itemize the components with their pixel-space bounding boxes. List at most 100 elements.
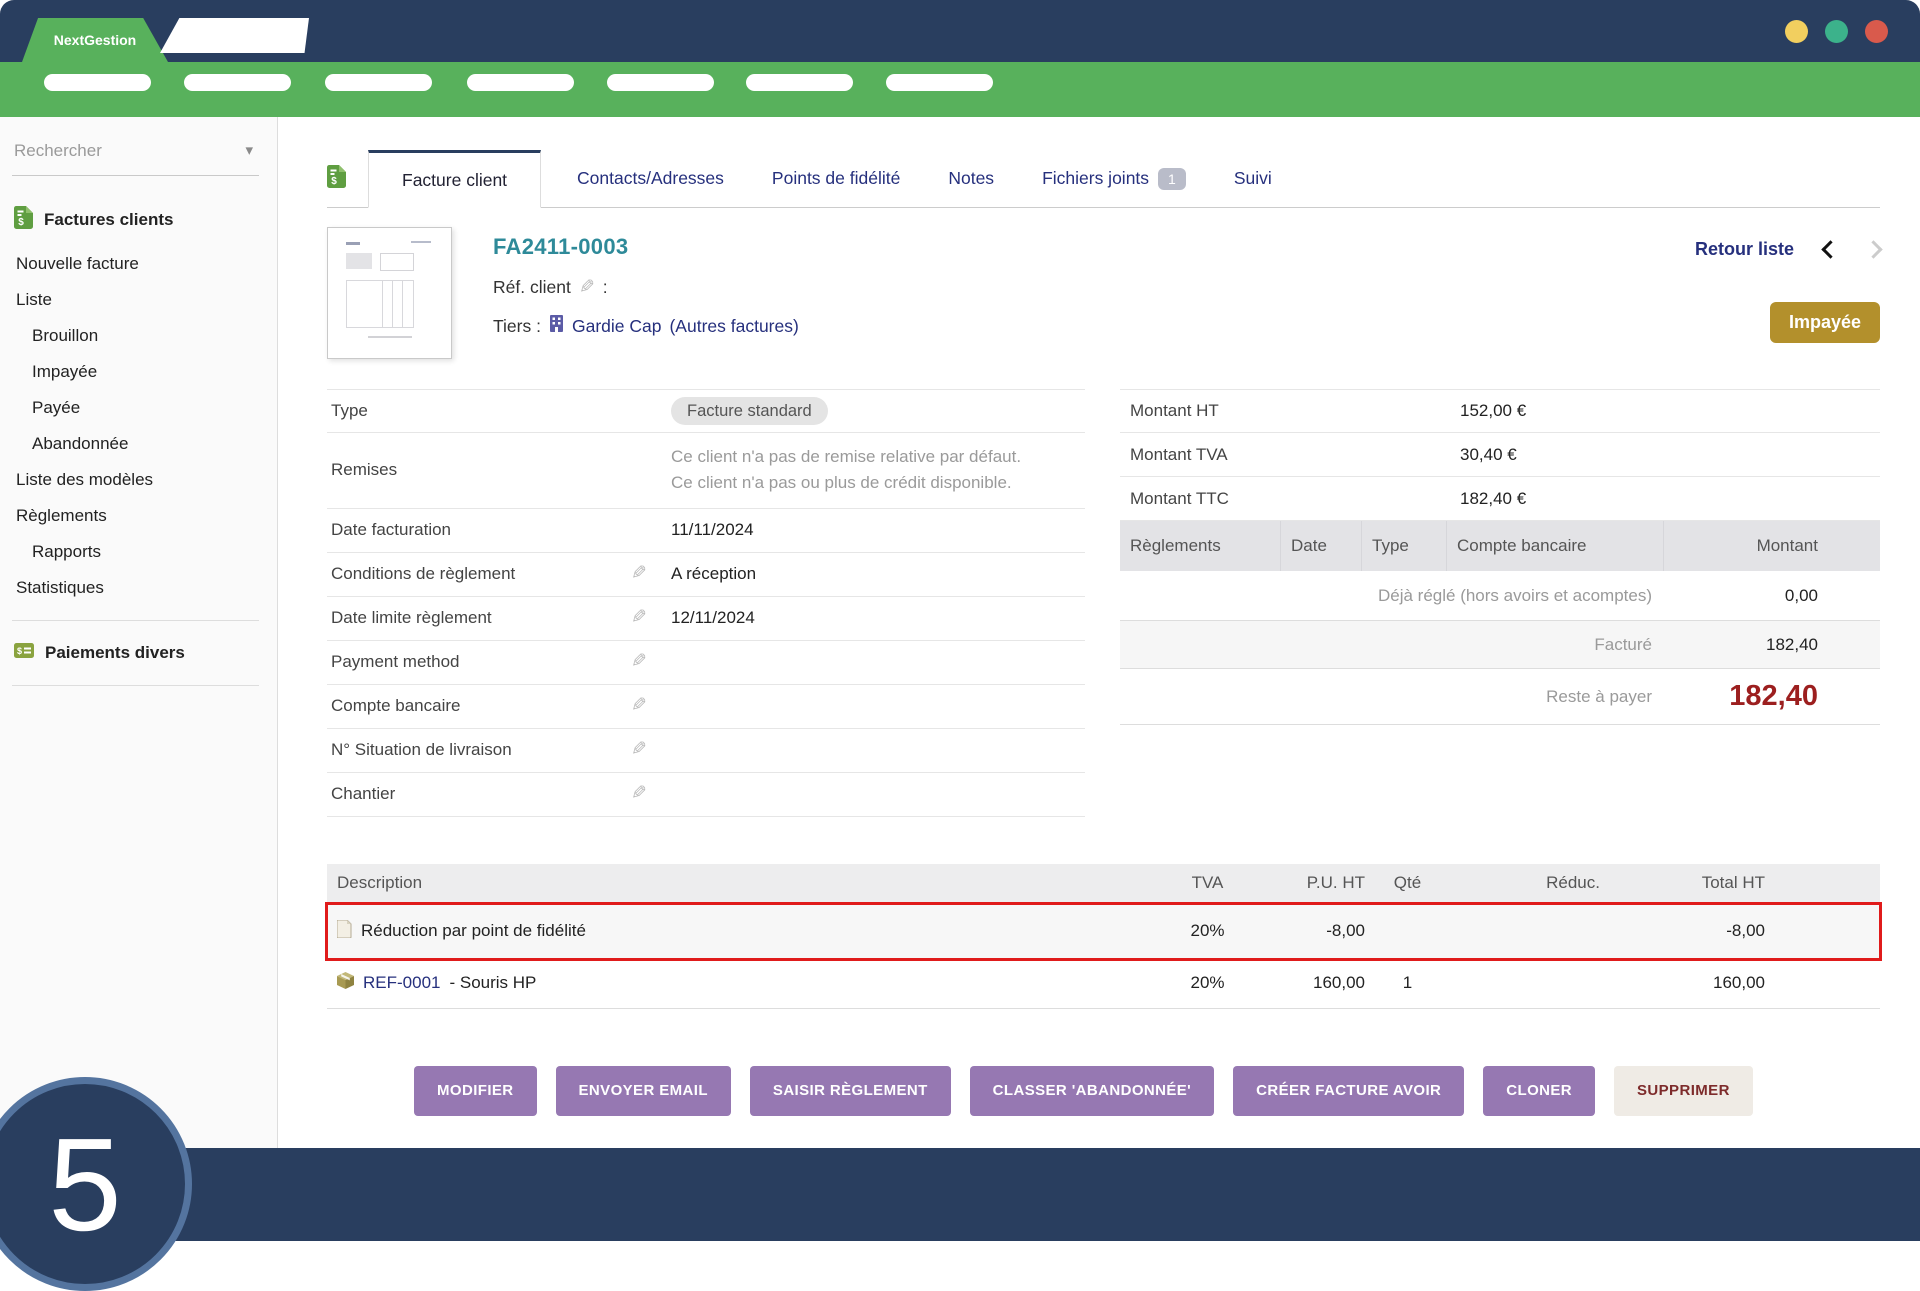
tiers-other-invoices-link[interactable]: (Autres factures) <box>669 316 798 337</box>
column-header: Réduc. <box>1450 873 1600 893</box>
svg-text:$: $ <box>331 176 337 187</box>
amount-row-ttc: Montant TTC 182,40 € <box>1120 477 1880 521</box>
svg-text:$: $ <box>18 217 24 228</box>
product-ref-link[interactable]: REF-0001 <box>363 973 440 993</box>
sidebar-item-abandonnee[interactable]: Abandonnée <box>32 434 259 454</box>
tab-notes[interactable]: Notes <box>948 150 994 207</box>
field-row-remises: Remises Ce client n'a pas de remise rela… <box>327 433 1085 509</box>
window-control-yellow[interactable] <box>1785 20 1808 43</box>
line-tva: 20% <box>1170 973 1245 993</box>
field-value: 12/11/2024 <box>671 608 755 628</box>
amount-label: Montant TVA <box>1130 445 1460 465</box>
column-header: Type <box>1362 521 1447 571</box>
field-value: 11/11/2024 <box>671 520 754 540</box>
tab-label: Fichiers joints <box>1042 168 1149 189</box>
chevron-down-icon[interactable]: ▾ <box>245 141 253 159</box>
menu-pill-placeholder[interactable] <box>44 74 151 91</box>
tab-suivi[interactable]: Suivi <box>1234 150 1272 207</box>
invoice-type-badge: Facture standard <box>671 397 828 425</box>
amount-row-tva: Montant TVA 30,40 € <box>1120 433 1880 477</box>
invoice-icon: $ <box>327 165 346 193</box>
menu-pill-placeholder[interactable] <box>467 74 574 91</box>
sidebar-item-liste[interactable]: Liste <box>16 290 259 310</box>
menu-pill-placeholder[interactable] <box>746 74 853 91</box>
svg-text:$: $ <box>17 646 22 656</box>
blank-tab <box>160 18 309 53</box>
footer-band <box>0 1148 1920 1241</box>
edit-pencil-icon[interactable]: ✎ <box>579 278 595 297</box>
menu-pill-placeholder[interactable] <box>184 74 291 91</box>
amount-row-ht: Montant HT 152,00 € <box>1120 389 1880 433</box>
tab-bar: $ Facture client Contacts/Adresses Point… <box>327 150 1880 208</box>
tab-facture-client[interactable]: Facture client <box>368 150 541 208</box>
delete-button[interactable]: SUPPRIMER <box>1614 1066 1753 1116</box>
column-header: P.U. HT <box>1245 873 1365 893</box>
edit-pencil-icon[interactable]: ✎ <box>631 608 647 627</box>
sidebar-item-rapports[interactable]: Rapports <box>32 542 259 562</box>
line-total-ht: 160,00 <box>1600 973 1765 993</box>
payments-table-header: Règlements Date Type Compte bancaire Mon… <box>1120 521 1880 571</box>
sidebar-section-label: Factures clients <box>44 210 173 230</box>
amount-value: 30,40 € <box>1460 445 1517 465</box>
sidebar-item-liste-des-modeles[interactable]: Liste des modèles <box>16 470 259 490</box>
sidebar-item-impayee[interactable]: Impayée <box>32 362 259 382</box>
column-header: TVA <box>1170 873 1245 893</box>
tiers-name-link[interactable]: Gardie Cap <box>572 316 662 337</box>
window-titlebar: NextGestion <box>0 0 1920 62</box>
clone-button[interactable]: CLONER <box>1483 1066 1595 1116</box>
tab-points-de-fidelite[interactable]: Points de fidélité <box>772 150 900 207</box>
search-input[interactable] <box>14 141 224 161</box>
window-control-teal[interactable] <box>1825 20 1848 43</box>
enter-payment-button[interactable]: SAISIR RÈGLEMENT <box>750 1066 951 1116</box>
sidebar-item-payee[interactable]: Payée <box>32 398 259 418</box>
column-header: Description <box>327 873 1170 893</box>
remaining-row: Reste à payer 182,40 <box>1120 669 1880 725</box>
sidebar-item-nouvelle-facture[interactable]: Nouvelle facture <box>16 254 259 274</box>
amount-value: 152,00 € <box>1460 401 1526 421</box>
sidebar-section-paiements-divers[interactable]: $ Paiements divers <box>14 643 259 663</box>
edit-pencil-icon[interactable]: ✎ <box>631 652 647 671</box>
line-pu-ht: -8,00 <box>1245 921 1365 941</box>
next-record-icon[interactable] <box>1864 240 1882 258</box>
sidebar-item-brouillon[interactable]: Brouillon <box>32 326 259 346</box>
detail-columns: Type Facture standard Remises Ce client … <box>327 389 1880 817</box>
tab-contacts-adresses[interactable]: Contacts/Adresses <box>577 150 724 207</box>
line-description: - Souris HP <box>449 973 536 993</box>
ref-client-line: Réf. client ✎ : <box>493 277 799 298</box>
line-row-reduction[interactable]: Réduction par point de fidélité 20% -8,0… <box>327 904 1880 959</box>
field-row-date-limite: Date limite règlement ✎ 12/11/2024 <box>327 597 1085 641</box>
edit-pencil-icon[interactable]: ✎ <box>631 740 647 759</box>
column-header: Règlements <box>1120 521 1281 571</box>
edit-pencil-icon[interactable]: ✎ <box>631 696 647 715</box>
invoice-identity: FA2411-0003 Réf. client ✎ : Tiers : Gard… <box>493 227 799 359</box>
modify-button[interactable]: MODIFIER <box>414 1066 537 1116</box>
invoice-preview-thumbnail[interactable] <box>327 227 452 359</box>
tab-fichiers-joints[interactable]: Fichiers joints 1 <box>1042 150 1186 207</box>
field-row-date-facturation: Date facturation 11/11/2024 <box>327 509 1085 553</box>
attachment-count-badge: 1 <box>1158 168 1186 190</box>
menu-pill-placeholder[interactable] <box>325 74 432 91</box>
edit-pencil-icon[interactable]: ✎ <box>631 564 647 583</box>
line-row-product[interactable]: REF-0001 - Souris HP 20% 160,00 1 160,00 <box>327 959 1880 1009</box>
window-control-red[interactable] <box>1865 20 1888 43</box>
send-email-button[interactable]: ENVOYER EMAIL <box>556 1066 731 1116</box>
menu-pill-placeholder[interactable] <box>886 74 993 91</box>
sidebar: ▾ $ Factures clients Nouvelle facture Li… <box>0 117 278 1148</box>
field-label: Remises <box>331 460 631 480</box>
remise-note-2: Ce client n'a pas ou plus de crédit disp… <box>671 470 1021 496</box>
previous-record-icon[interactable] <box>1821 240 1839 258</box>
classify-abandoned-button[interactable]: CLASSER 'ABANDONNÉE' <box>970 1066 1214 1116</box>
top-menubar <box>0 62 1920 117</box>
already-paid-row: Déjà réglé (hors avoirs et acomptes) 0,0… <box>1120 571 1880 620</box>
sidebar-item-statistiques[interactable]: Statistiques <box>16 578 259 598</box>
back-to-list-link[interactable]: Retour liste <box>1695 239 1794 260</box>
edit-pencil-icon[interactable]: ✎ <box>631 784 647 803</box>
line-pu-ht: 160,00 <box>1245 973 1365 993</box>
amount-value: 182,40 € <box>1460 489 1526 509</box>
menu-pill-placeholder[interactable] <box>607 74 714 91</box>
billed-label: Facturé <box>1120 635 1662 655</box>
create-credit-note-button[interactable]: CRÉER FACTURE AVOIR <box>1233 1066 1464 1116</box>
invoice-icon: $ <box>14 206 33 234</box>
sidebar-item-reglements[interactable]: Règlements <box>16 506 259 526</box>
sidebar-section-factures-clients[interactable]: $ Factures clients <box>14 206 259 234</box>
